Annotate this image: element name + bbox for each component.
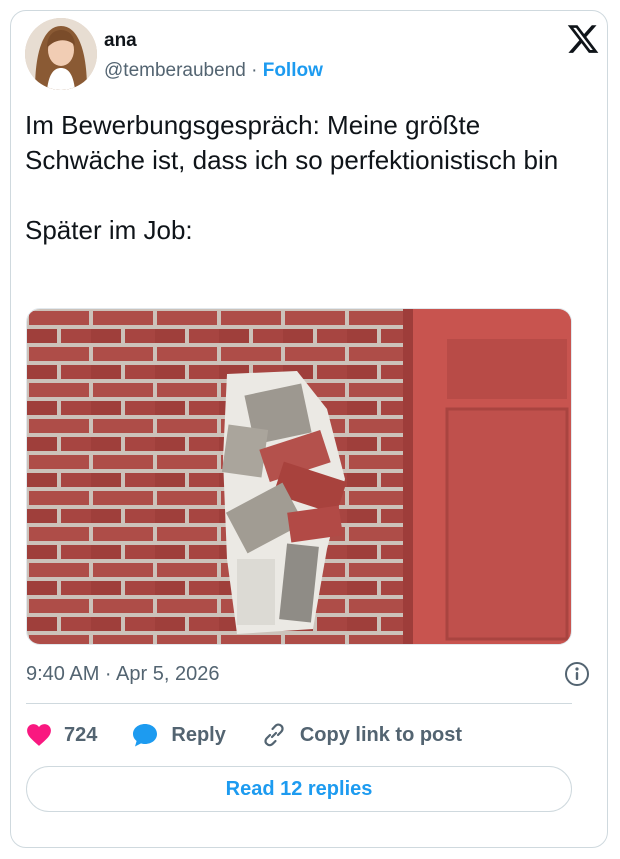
reply-label: Reply	[171, 723, 226, 746]
avatar[interactable]	[25, 18, 97, 90]
separator-dot: ·	[251, 60, 258, 81]
x-logo-icon[interactable]	[566, 22, 600, 56]
like-count: 724	[64, 723, 98, 746]
link-icon	[264, 723, 284, 747]
like-button[interactable]: 724	[26, 723, 97, 747]
action-bar: 724 Reply Copy link to post	[26, 718, 496, 752]
tweet-text: Im Bewerbungsgespräch: Meine größte Schw…	[25, 110, 559, 245]
author-name[interactable]: ana	[104, 30, 137, 52]
timestamp[interactable]: 9:40 AM · Apr 5, 2026	[26, 663, 219, 686]
copy-link-label: Copy link to post	[299, 723, 463, 746]
author-handle[interactable]: @temberaubend	[104, 60, 246, 81]
heart-icon	[27, 724, 51, 746]
handle-row: @temberaubend · Follow	[104, 60, 323, 82]
tweet-image[interactable]	[26, 308, 572, 645]
copy-link-button[interactable]: Copy link to post	[260, 721, 462, 749]
comment-icon	[133, 724, 158, 747]
follow-button[interactable]: Follow	[263, 60, 323, 81]
reply-button[interactable]: Reply	[131, 722, 226, 748]
read-replies-button[interactable]: Read 12 replies	[26, 766, 572, 812]
info-icon[interactable]	[564, 661, 590, 687]
divider	[26, 703, 572, 704]
